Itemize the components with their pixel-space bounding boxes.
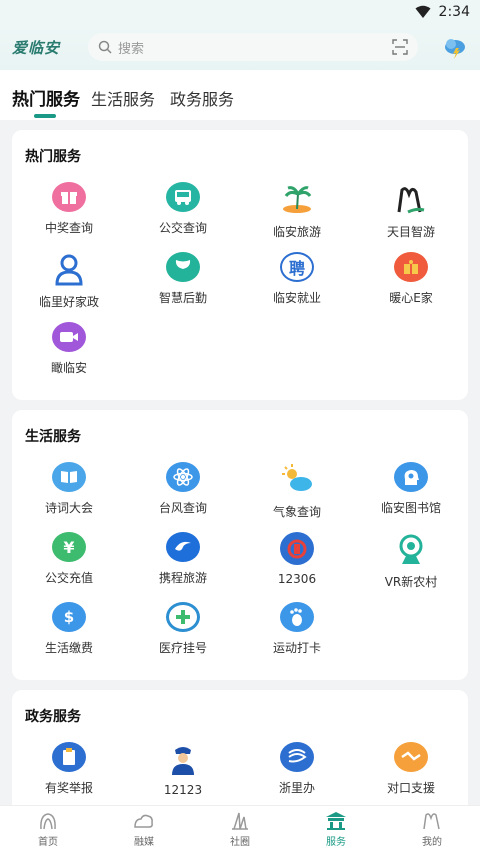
tab-life-services[interactable]: 生活服务 (91, 86, 155, 110)
bottom-navigation: 首页 融媒 社圈 服务 我的 (0, 805, 480, 853)
tab-hot-services[interactable]: 热门服务 (12, 85, 80, 110)
status-bar: 2:34 (0, 0, 480, 26)
webcam-icon (394, 532, 428, 566)
footprint-icon (280, 602, 314, 632)
media-icon (134, 814, 153, 828)
bus-icon (166, 182, 200, 212)
service-bus-recharge[interactable]: ¥ 公交充值 (12, 532, 126, 586)
nav-services[interactable]: 服务 (288, 806, 384, 853)
service-tabs: 热门服务 生活服务 政务服务 (0, 70, 480, 120)
profile-icon (423, 813, 440, 830)
service-linan-tourism[interactable]: 临安旅游 (240, 182, 354, 239)
service-zheliban[interactable]: 浙里办 (240, 742, 354, 796)
gift-box-icon (394, 252, 428, 282)
handshake-icon (394, 742, 428, 772)
section-title: 政务服务 (25, 709, 81, 725)
video-camera-icon (52, 322, 86, 352)
scan-icon[interactable] (392, 39, 408, 55)
yuan-cycle-icon: ¥ (52, 532, 86, 562)
zheliban-logo-icon (280, 742, 314, 772)
service-weather[interactable]: 气象查询 (240, 462, 354, 519)
service-warm-home[interactable]: 暖心E家 (354, 252, 468, 306)
dolphin-icon (166, 532, 200, 562)
service-12123[interactable]: 12123 (126, 742, 240, 797)
service-smart-logistics[interactable]: 智慧后勤 (126, 252, 240, 306)
life-services-card: 生活服务 诗词大会 台风查询 气象查询 临安图书馆 ¥ 公交充值 携程旅游 12… (12, 410, 468, 680)
status-time: 2:34 (438, 4, 470, 20)
service-prize-query[interactable]: 中奖查询 (12, 182, 126, 236)
weather-icon[interactable] (442, 34, 468, 60)
app-logo: 爱临安 (12, 39, 61, 57)
section-title: 热门服务 (25, 149, 81, 165)
mountain-logo-icon (394, 182, 428, 216)
head-gear-icon (394, 462, 428, 492)
railway-logo-icon (280, 532, 314, 565)
nav-media[interactable]: 融媒 (96, 806, 192, 853)
service-tianmu-tour[interactable]: 天目智游 (354, 182, 468, 239)
service-12306[interactable]: 12306 (240, 532, 354, 586)
service-library[interactable]: 临安图书馆 (354, 462, 468, 516)
community-icon (232, 812, 248, 830)
service-housekeeping[interactable]: 临里好家政 (12, 252, 126, 309)
clipboard-icon (52, 742, 86, 772)
services-icon (326, 812, 346, 830)
worker-icon (52, 252, 86, 286)
hot-services-card: 热门服务 中奖查询 公交查询 临安旅游 天目智游 临里好家政 智慧后勤 聘 临安… (12, 130, 468, 400)
service-ctrip[interactable]: 携程旅游 (126, 532, 240, 586)
nav-community[interactable]: 社圈 (192, 806, 288, 853)
tab-gov-services[interactable]: 政务服务 (170, 86, 234, 110)
service-report[interactable]: 有奖举报 (12, 742, 126, 796)
money-bag-icon: $ (52, 602, 86, 632)
book-icon (52, 462, 86, 492)
ginkgo-leaf-icon (166, 252, 200, 282)
medical-cross-icon (166, 602, 200, 632)
service-paired-support[interactable]: 对口支援 (354, 742, 468, 796)
section-title: 生活服务 (25, 429, 81, 445)
service-sports-checkin[interactable]: 运动打卡 (240, 602, 354, 656)
atom-icon (166, 462, 200, 492)
wifi-icon (415, 5, 431, 18)
hire-seal-icon: 聘 (280, 252, 314, 282)
home-icon (40, 813, 56, 830)
service-medical-registration[interactable]: 医疗挂号 (126, 602, 240, 656)
nav-home[interactable]: 首页 (0, 806, 96, 853)
service-linan-jobs[interactable]: 聘 临安就业 (240, 252, 354, 306)
search-bar[interactable]: 搜索 (88, 33, 418, 61)
police-icon (166, 742, 200, 776)
service-typhoon[interactable]: 台风查询 (126, 462, 240, 516)
service-vr-village[interactable]: VR新农村 (354, 532, 468, 589)
gift-icon (52, 182, 86, 212)
search-icon (98, 40, 112, 54)
app-header: 爱临安 搜索 (0, 26, 480, 70)
service-view-linan[interactable]: 瞰临安 (12, 322, 126, 376)
service-utility-bill[interactable]: $ 生活缴费 (12, 602, 126, 656)
nav-profile[interactable]: 我的 (384, 806, 480, 853)
palm-beach-icon (280, 182, 314, 216)
search-input[interactable]: 搜索 (118, 38, 392, 57)
sun-cloud-icon (280, 462, 314, 496)
gov-services-card: 政务服务 有奖举报 12123 浙里办 对口支援 (12, 690, 468, 820)
service-bus-query[interactable]: 公交查询 (126, 182, 240, 236)
active-tab-indicator (34, 114, 56, 118)
service-poetry[interactable]: 诗词大会 (12, 462, 126, 516)
